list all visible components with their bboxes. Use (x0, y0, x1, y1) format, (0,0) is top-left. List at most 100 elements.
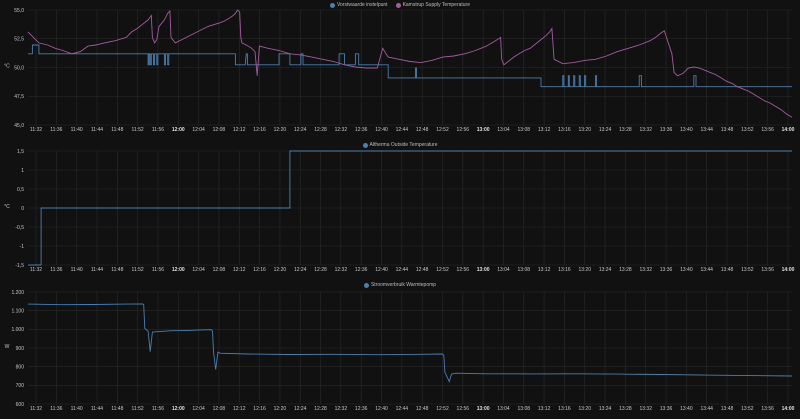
x-tick-label: 13:56 (761, 267, 774, 273)
y-tick-label: 800 (16, 364, 25, 370)
y-tick-label: 0 (21, 206, 24, 212)
x-tick-label: 11:44 (91, 406, 103, 412)
x-tick-label: 12:16 (253, 127, 266, 133)
x-tick-label: 13:36 (660, 267, 673, 273)
x-tick-label: 13:52 (741, 406, 754, 412)
x-tick-label: 12:28 (314, 267, 327, 273)
x-tick-label: 11:52 (132, 127, 144, 133)
x-tick-label: 13:56 (761, 127, 774, 133)
x-tick-label: 12:32 (335, 406, 348, 412)
x-tick-label: 13:44 (700, 406, 713, 412)
x-tick-label: 12:44 (396, 127, 409, 133)
x-tick-label: 12:48 (416, 406, 429, 412)
gridlines (28, 291, 792, 405)
x-tick-label: 12:24 (294, 406, 307, 412)
x-tick-label: 12:36 (355, 127, 368, 133)
x-tick-label: 12:44 (396, 267, 409, 273)
y-tick-label: 52,5 (14, 37, 24, 43)
x-tick-label: 12:04 (192, 127, 205, 133)
y-tick-label: 700 (16, 383, 25, 389)
y-tick-label: 600 (16, 402, 25, 408)
x-tick-label: 12:40 (375, 127, 388, 133)
x-tick-label: 12:56 (457, 267, 470, 273)
x-tick-label: 11:52 (132, 406, 144, 412)
x-tick-label: 12:12 (233, 267, 246, 273)
y-axis-unit: °C (4, 64, 10, 70)
x-tick-label: 12:24 (294, 127, 307, 133)
x-tick-label: 11:36 (50, 127, 62, 133)
x-tick-label: 12:44 (396, 406, 409, 412)
y-tick-label: 0,5 (17, 187, 24, 193)
chart-outside-temperature[interactable]: 1,5 1 0,5 0 -0,5 -1 -1,5 °C 11:32 11:36 11:40 11:44… (0, 140, 800, 280)
x-tick-label: 12:20 (274, 127, 287, 133)
x-tick-label: 12:08 (213, 127, 226, 133)
x-tick-label: 11:52 (132, 267, 144, 273)
x-tick-label: 13:16 (558, 406, 571, 412)
y-tick-label: 1.100 (11, 308, 24, 314)
x-tick-label: 13:20 (578, 267, 591, 273)
x-tick-label: 13:12 (538, 406, 551, 412)
x-tick-label: 11:56 (152, 267, 164, 273)
x-tick-label: 13:48 (721, 267, 734, 273)
x-tick-label: 13:48 (721, 406, 734, 412)
x-tick-label: 13:08 (518, 267, 531, 273)
y-tick-label: -1 (20, 244, 25, 250)
x-tick-label: 11:56 (152, 406, 164, 412)
x-tick-label: 13:00 (477, 406, 490, 412)
x-tick-label: 11:36 (50, 267, 62, 273)
y-tick-label: 47,5 (14, 94, 24, 100)
x-tick-label: 11:40 (71, 406, 83, 412)
x-tick-label: 13:00 (477, 127, 490, 133)
x-tick-label: 12:36 (355, 406, 368, 412)
x-tick-label: 13:52 (741, 267, 754, 273)
y-tick-label: -0,5 (15, 225, 24, 231)
x-tick-label: 13:32 (639, 127, 652, 133)
x-tick-label: 13:24 (599, 127, 612, 133)
y-tick-label: 1,5 (17, 149, 24, 155)
x-tick-label: 12:48 (416, 267, 429, 273)
x-tick-label: 11:44 (91, 127, 103, 133)
x-tick-label: 11:36 (50, 406, 62, 412)
x-tick-label: 11:40 (71, 127, 83, 133)
chart-power-usage[interactable]: 1.200 1.100 1.000 900 800 700 600 W 11:32 11:36 11… (0, 280, 800, 419)
x-tick-label: 11:32 (30, 267, 42, 273)
y-tick-label: 50,0 (14, 65, 24, 71)
x-tick-label: 12:28 (314, 406, 327, 412)
x-tick-label: 12:56 (457, 406, 470, 412)
x-tick-label: 14:00 (782, 406, 795, 412)
x-tick-label: 13:36 (660, 406, 673, 412)
x-tick-label: 12:16 (253, 406, 266, 412)
x-tick-label: 12:48 (416, 127, 429, 133)
x-tick-label: 13:28 (619, 406, 632, 412)
x-tick-label: 12:00 (172, 267, 185, 273)
x-tick-label: 13:56 (761, 406, 774, 412)
x-tick-label: 11:40 (71, 267, 83, 273)
x-tick-label: 13:20 (578, 127, 591, 133)
x-tick-label: 13:12 (538, 127, 551, 133)
x-tick-label: 12:00 (172, 406, 185, 412)
x-tick-label: 13:32 (639, 267, 652, 273)
y-tick-label: 45,0 (14, 123, 24, 129)
x-tick-label: 13:52 (741, 127, 754, 133)
panel-temperatures: Vorstwaarde instelpunt Kamstrup Supply T… (0, 0, 800, 140)
x-tick-label: 11:48 (111, 267, 123, 273)
x-tick-label: 12:20 (274, 406, 287, 412)
x-tick-label: 12:52 (436, 267, 449, 273)
x-tick-label: 12:04 (192, 267, 205, 273)
x-tick-label: 13:00 (477, 267, 490, 273)
x-tick-label: 13:20 (578, 406, 591, 412)
x-tick-label: 12:32 (335, 267, 348, 273)
x-tick-label: 12:08 (213, 406, 226, 412)
x-tick-label: 13:04 (497, 267, 510, 273)
gridlines (28, 9, 792, 126)
x-tick-label: 13:48 (721, 127, 734, 133)
x-tick-label: 13:08 (518, 127, 531, 133)
series-line (28, 44, 792, 88)
chart-temperatures[interactable]: 55,0 52,5 50,0 47,5 45,0 °C 11:32 11:36 11:40 11:… (0, 0, 800, 140)
x-tick-label: 13:28 (619, 267, 632, 273)
x-tick-label: 12:36 (355, 267, 368, 273)
x-tick-label: 13:12 (538, 267, 551, 273)
x-tick-label: 13:24 (599, 267, 612, 273)
x-tick-label: 12:00 (172, 127, 185, 133)
x-tick-label: 12:04 (192, 406, 205, 412)
